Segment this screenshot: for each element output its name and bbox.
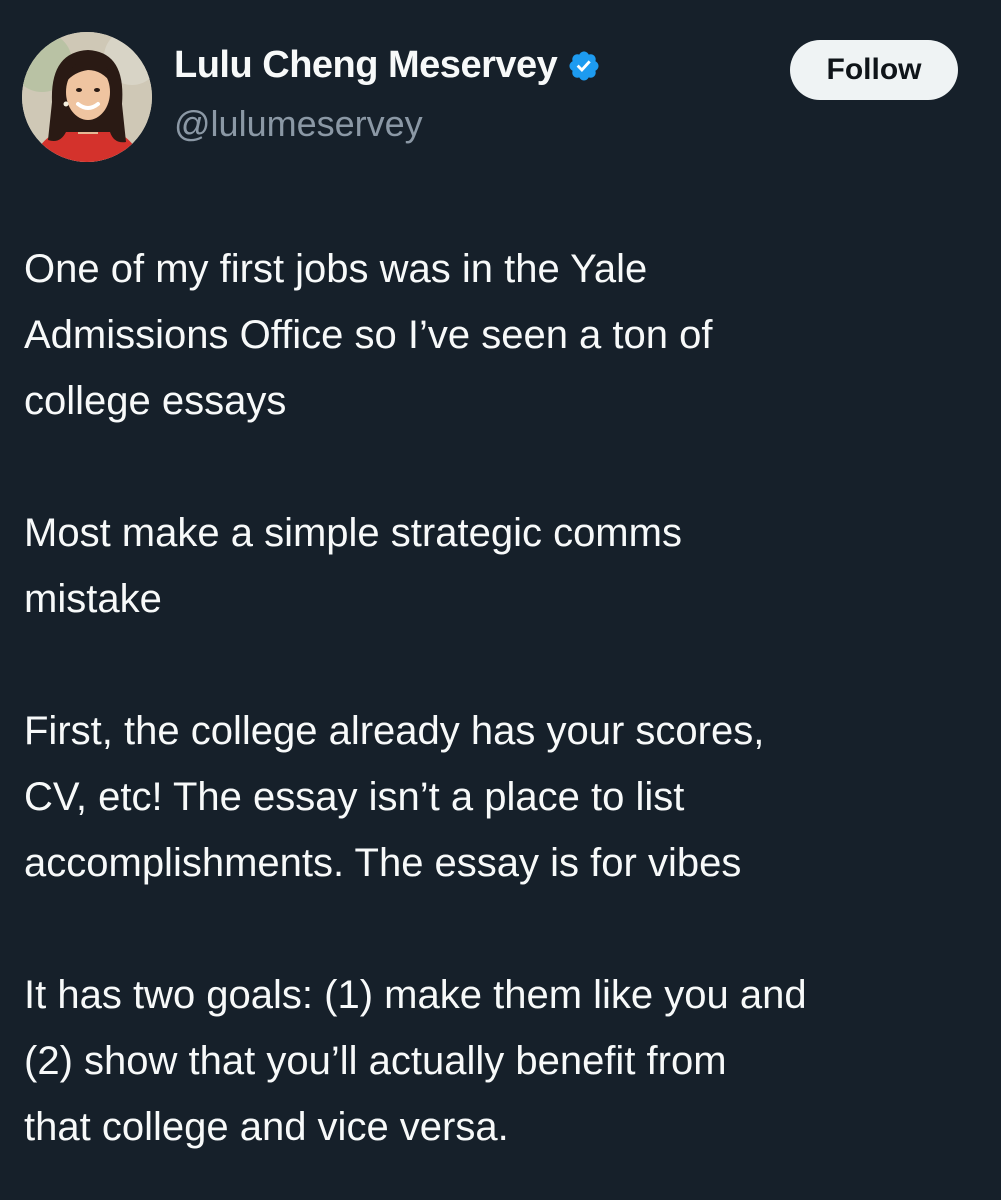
profile-photo-icon (22, 32, 152, 162)
tweet-text-line: One of my first jobs was in the Yale (24, 247, 648, 291)
follow-button[interactable]: Follow (790, 40, 958, 100)
tweet-text-line: that college and vice versa. (24, 1105, 509, 1149)
tweet-text-line: It has two goals: (1) make them like you… (24, 973, 807, 1017)
author-avatar[interactable] (22, 32, 152, 162)
tweet-paragraph: First, the college already has your scor… (24, 698, 984, 896)
tweet-text: One of my first jobs was in the Yale Admi… (24, 236, 984, 1160)
author-display-name[interactable]: Lulu Cheng Meservey (174, 44, 558, 87)
tweet-text-line: accomplishments. The essay is for vibes (24, 841, 742, 885)
tweet-text-line: mistake (24, 577, 162, 621)
tweet-paragraph: One of my first jobs was in the Yale Admi… (24, 236, 984, 434)
tweet-paragraph: It has two goals: (1) make them like you… (24, 962, 984, 1160)
verified-badge-icon (567, 49, 601, 83)
tweet-text-line: CV, etc! The essay isn’t a place to list (24, 775, 685, 819)
tweet-text-line: Most make a simple strategic comms (24, 511, 682, 555)
tweet-card: Lulu Cheng Meservey @lulumeservey Follow… (0, 0, 1001, 1200)
tweet-text-line: (2) show that you’ll actually benefit fr… (24, 1039, 727, 1083)
tweet-text-line: First, the college already has your scor… (24, 709, 765, 753)
tweet-paragraph: Most make a simple strategic comms mistak… (24, 500, 984, 632)
author-handle[interactable]: @lulumeservey (174, 103, 423, 145)
author-name-row: Lulu Cheng Meservey (174, 44, 601, 87)
tweet-text-line: college essays (24, 379, 287, 423)
tweet-text-line: Admissions Office so I’ve seen a ton of (24, 313, 713, 357)
